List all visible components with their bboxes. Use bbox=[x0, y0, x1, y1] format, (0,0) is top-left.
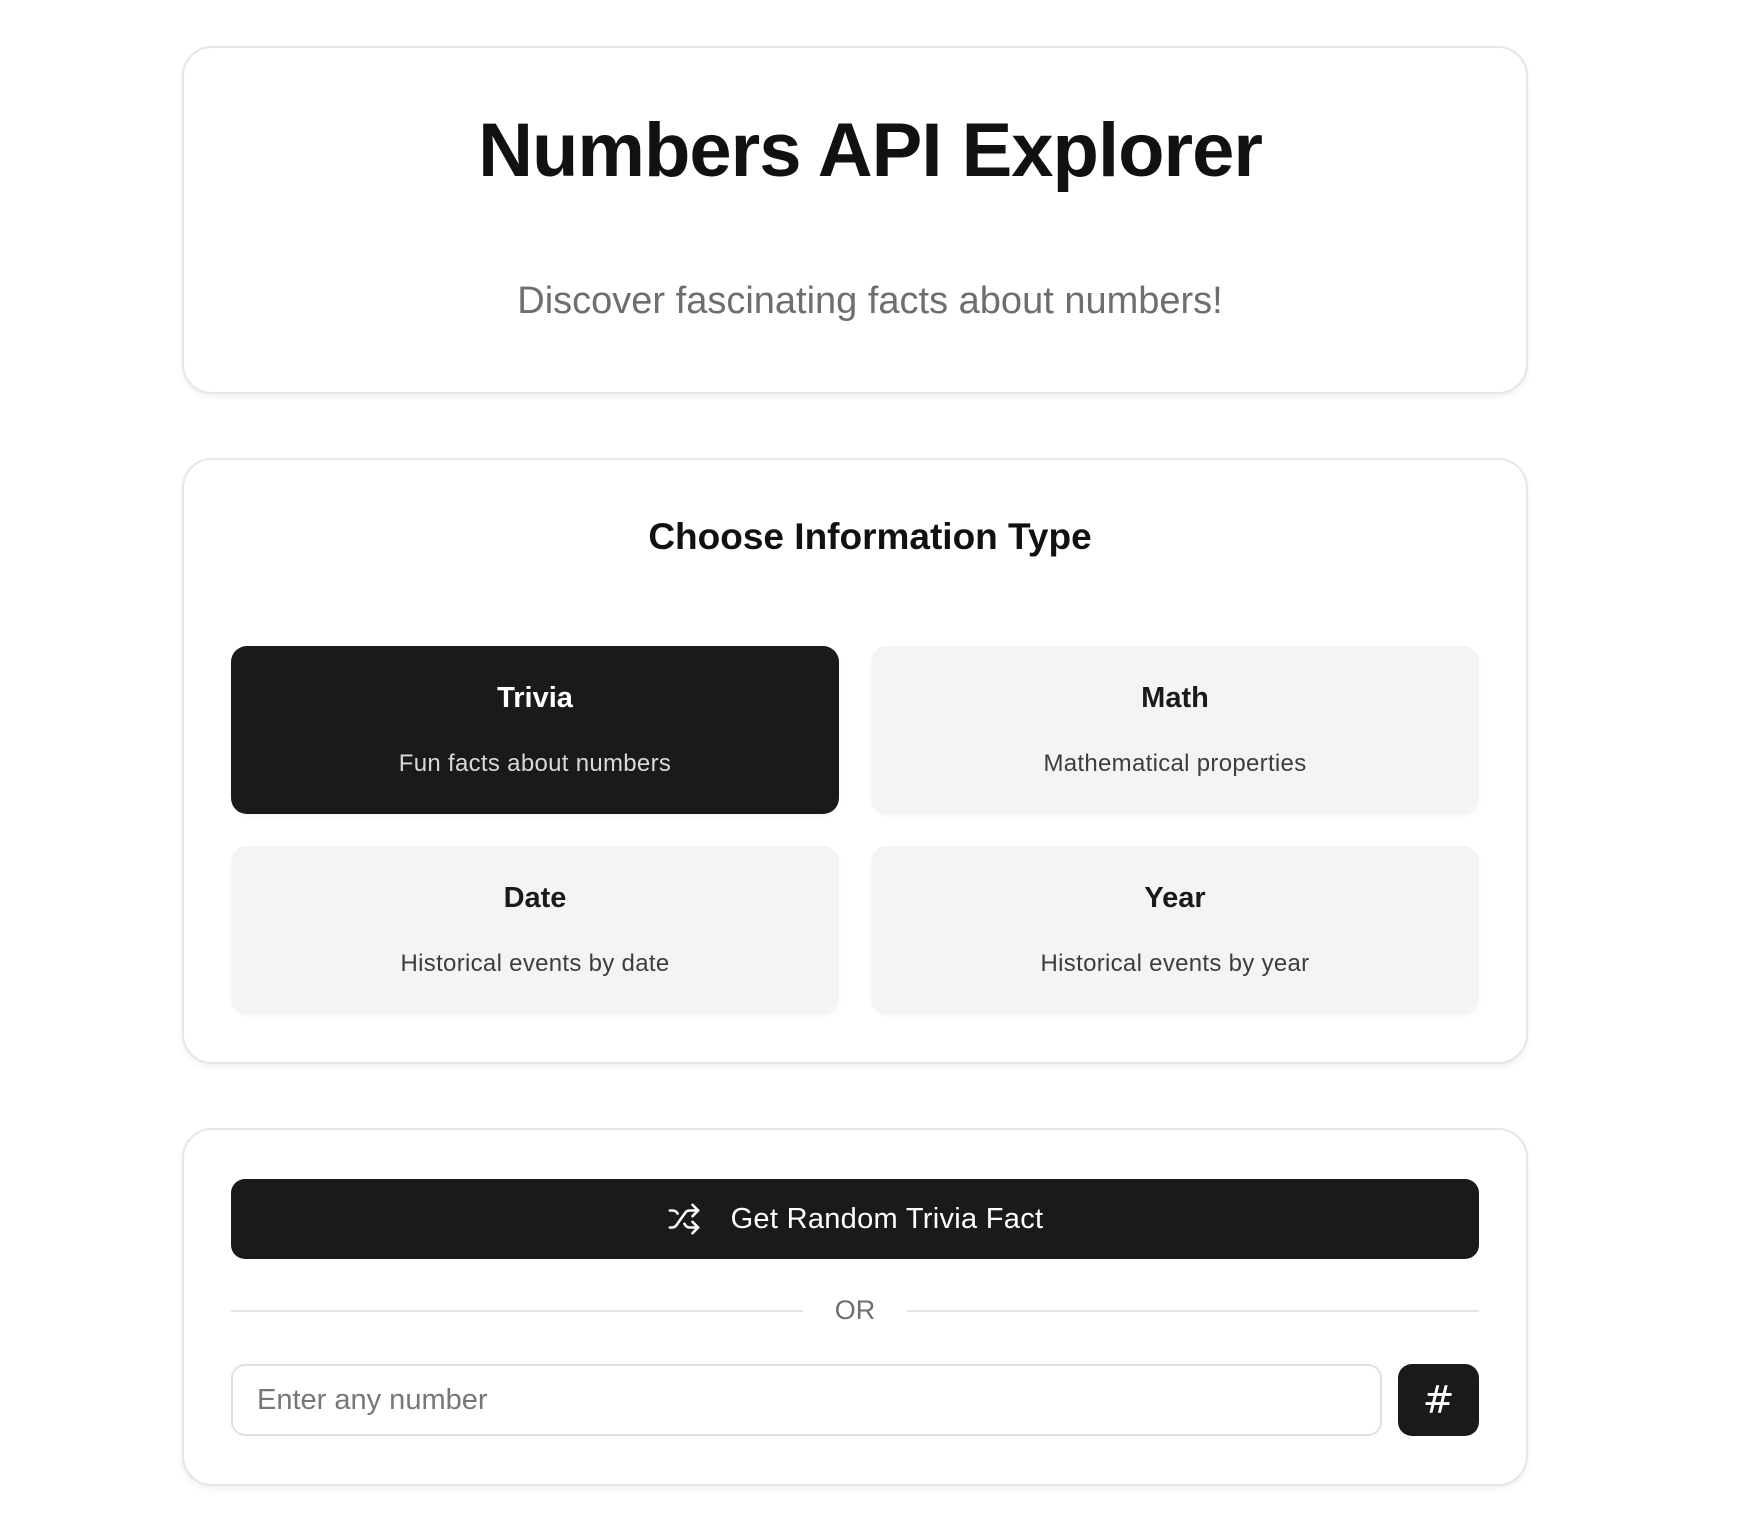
type-option-trivia[interactable]: Trivia Fun facts about numbers bbox=[231, 646, 839, 814]
divider-line-right bbox=[907, 1310, 1479, 1312]
type-option-description: Historical events by date bbox=[400, 950, 670, 977]
hash-icon: # bbox=[1422, 1378, 1455, 1422]
type-option-title: Date bbox=[503, 882, 567, 914]
divider-text: OR bbox=[834, 1295, 876, 1325]
type-selector-heading: Choose Information Type bbox=[648, 516, 1092, 557]
type-option-description: Fun facts about numbers bbox=[398, 750, 672, 777]
shuffle-icon bbox=[667, 1202, 701, 1236]
type-option-year[interactable]: Year Historical events by year bbox=[871, 846, 1479, 1014]
type-option-title: Year bbox=[1144, 882, 1206, 914]
header-card bbox=[182, 46, 1528, 394]
type-option-math[interactable]: Math Mathematical properties bbox=[871, 646, 1479, 814]
divider-line-left bbox=[231, 1310, 803, 1312]
random-fact-button[interactable]: Get Random Trivia Fact bbox=[231, 1179, 1479, 1259]
submit-number-button[interactable]: # bbox=[1398, 1364, 1479, 1436]
page-title: Numbers API Explorer bbox=[478, 108, 1263, 193]
type-option-date[interactable]: Date Historical events by date bbox=[231, 846, 839, 1014]
page-subtitle: Discover fascinating facts about numbers… bbox=[517, 280, 1223, 322]
type-option-description: Historical events by year bbox=[1040, 950, 1310, 977]
type-option-title: Trivia bbox=[497, 682, 573, 714]
random-fact-button-label: Get Random Trivia Fact bbox=[730, 1203, 1044, 1235]
type-option-title: Math bbox=[1141, 682, 1209, 714]
number-input[interactable] bbox=[231, 1364, 1382, 1436]
type-option-description: Mathematical properties bbox=[1043, 750, 1307, 777]
